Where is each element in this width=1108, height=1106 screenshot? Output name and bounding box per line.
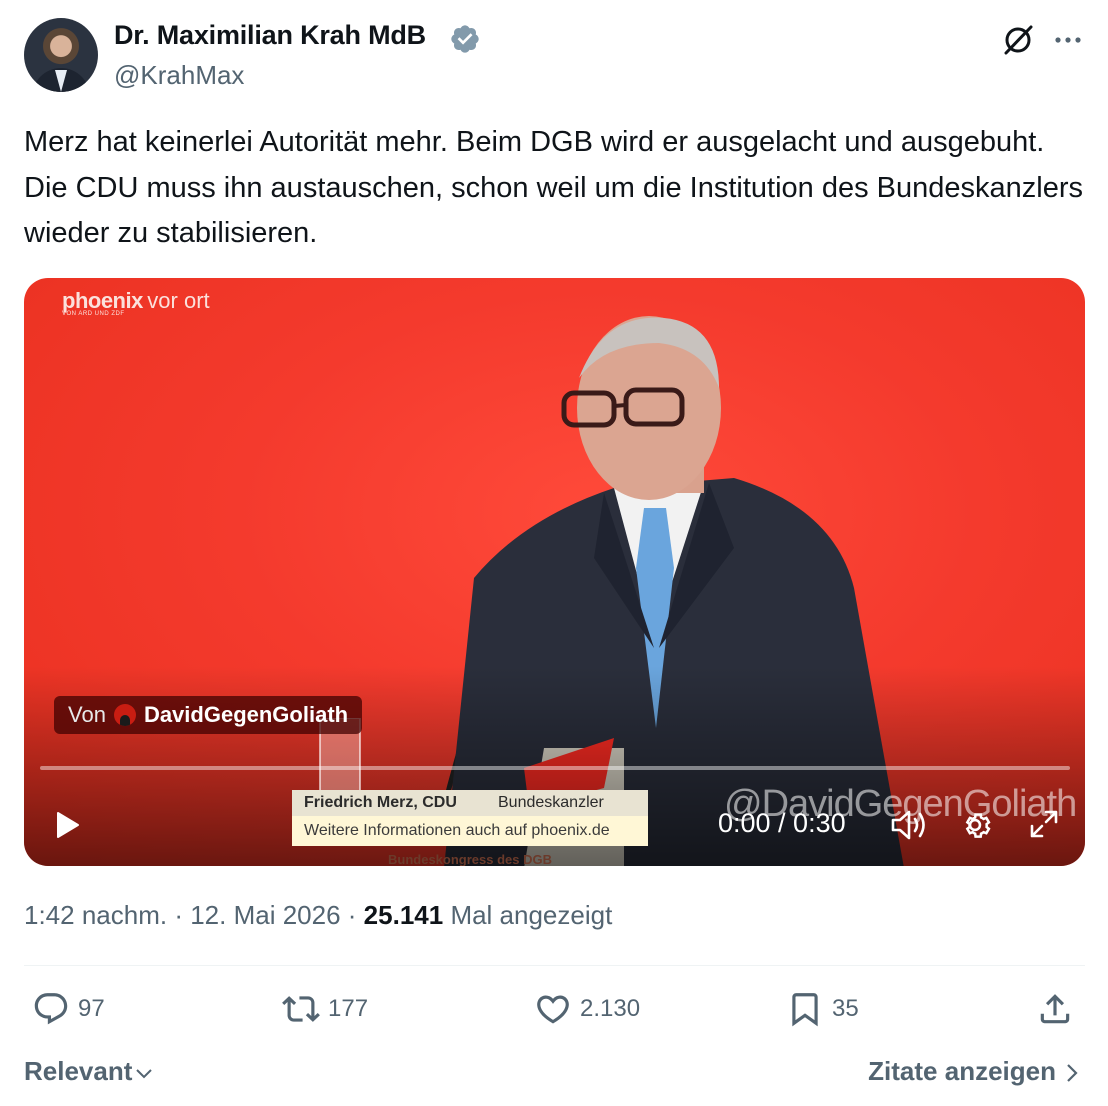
sort-label: Relevant	[24, 1056, 133, 1086]
author-handle[interactable]: @KrahMax	[114, 60, 244, 91]
reply-button[interactable]: 97	[32, 990, 105, 1028]
via-label: Von	[68, 702, 106, 727]
grok-icon[interactable]	[1000, 22, 1036, 58]
lower-third-info: Weitere Informationen auch auf phoenix.d…	[304, 822, 610, 839]
divider	[24, 965, 1085, 966]
view-count-label: Mal angezeigt	[450, 900, 613, 930]
chevron-right-icon	[1067, 1064, 1078, 1082]
via-name[interactable]: DavidGegenGoliath	[144, 702, 348, 728]
video-timecode: 0:00 / 0:30	[718, 808, 846, 838]
chevron-down-icon	[136, 1069, 153, 1079]
play-icon[interactable]	[52, 810, 82, 840]
fullscreen-icon[interactable]	[1028, 808, 1060, 840]
lower-third-role: Bundeskanzler	[498, 794, 604, 811]
repost-count: 177	[328, 995, 369, 1022]
settings-gear-icon[interactable]	[958, 808, 992, 842]
bookmark-count: 35	[832, 995, 859, 1022]
video-progress-bar[interactable]	[40, 766, 1070, 770]
bookmark-icon	[792, 993, 818, 1027]
tweet-meta: 1:42 nachm. · 12. Mai 2026 · 25.141 Mal …	[24, 900, 612, 931]
tweet-text: Merz hat keinerlei Autorität mehr. Beim …	[24, 126, 1084, 249]
video-player[interactable]: phoenix vor ort VON ARD UND ZDF Friedric…	[24, 278, 1085, 866]
repost-icon	[282, 996, 320, 1022]
sort-replies-dropdown[interactable]: Relevant	[24, 1056, 154, 1087]
like-count: 2.130	[580, 995, 641, 1022]
tweet-time[interactable]: 1:42 nachm.	[24, 900, 167, 930]
share-button[interactable]	[1036, 990, 1074, 1028]
channel-logo: phoenix vor ort VON ARD UND ZDF	[62, 288, 210, 317]
lower-third: Friedrich Merz, CDU Bundeskanzler Weiter…	[292, 790, 648, 846]
lower-third-name: Friedrich Merz, CDU	[304, 794, 457, 811]
meta-separator: ·	[174, 900, 191, 930]
verified-badge-icon[interactable]	[449, 23, 481, 55]
author-name[interactable]: Dr. Maximilian Krah MdB	[114, 20, 426, 51]
via-attribution[interactable]: Von DavidGegenGoliath	[54, 696, 363, 734]
like-button[interactable]: 2.130	[534, 990, 640, 1028]
meta-separator: ·	[347, 900, 364, 930]
repost-button[interactable]: 177	[282, 990, 368, 1028]
channel-logo-suffix: vor ort	[147, 288, 210, 313]
via-avatar	[113, 704, 136, 726]
channel-logo-name: phoenix	[62, 288, 143, 313]
view-quotes-link[interactable]: Zitate anzeigen	[868, 1056, 1082, 1087]
volume-icon[interactable]	[890, 808, 928, 842]
reply-icon	[34, 993, 68, 1025]
author-avatar[interactable]	[24, 18, 98, 92]
bookmark-button[interactable]: 35	[786, 990, 859, 1028]
view-count: 25.141	[363, 900, 444, 930]
heart-icon	[537, 995, 569, 1024]
reply-count: 97	[78, 995, 105, 1022]
more-icon[interactable]	[1052, 24, 1084, 56]
share-icon	[1040, 994, 1070, 1024]
congress-text: Bundeskongress des DGB	[388, 852, 552, 866]
quotes-label: Zitate anzeigen	[868, 1056, 1056, 1086]
tweet-date[interactable]: 12. Mai 2026	[190, 900, 340, 930]
